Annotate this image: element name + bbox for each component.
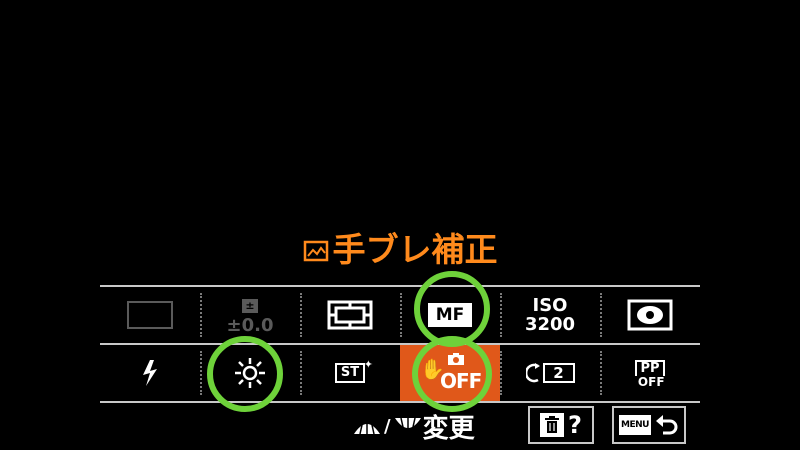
help-label: ?	[568, 411, 582, 439]
menu-back-button[interactable]: MENU	[612, 406, 686, 444]
front-dial-icon	[354, 422, 380, 435]
menu-label: MENU	[619, 415, 651, 435]
exposure-compensation-icon: ±	[242, 299, 258, 313]
fn-slot-exposure-comp[interactable]: ± ±0.0	[200, 287, 300, 343]
rear-dial-icon	[394, 417, 421, 430]
fn-slot-metering[interactable]	[600, 287, 700, 343]
metering-mode-icon	[627, 299, 673, 331]
fn-slot-flash[interactable]	[100, 345, 200, 401]
dial-separator: /	[384, 415, 391, 437]
fn-slot-creative-style[interactable]: ST ✦	[300, 345, 400, 401]
focus-area-icon	[327, 300, 373, 330]
fn-slot-iso[interactable]: ISO 3200	[500, 287, 600, 343]
steadyshot-display: ✋ OFF	[418, 353, 482, 393]
iso-display: ISO 3200	[525, 296, 575, 334]
exposure-comp-value: ±0.0	[226, 315, 274, 336]
fn-slot-blank[interactable]	[100, 287, 200, 343]
sparkle-icon: ✦	[363, 358, 373, 371]
exposure-comp-display: ± ±0.0	[226, 295, 274, 336]
fn-slot-drive-mode[interactable]: 2	[500, 345, 600, 401]
self-timer-icon	[525, 363, 540, 383]
camera-icon	[448, 353, 464, 369]
function-row-2: ST ✦ ✋ OFF 2 PP OFF	[100, 345, 700, 403]
fn-slot-steadyshot[interactable]: ✋ OFF	[400, 345, 500, 401]
function-menu-grid: ± ±0.0 MF ISO 3200 ST ✦ ✋ OFF 2 PP OFF	[100, 285, 700, 405]
setting-title: 手ブレ補正	[0, 223, 800, 272]
fn-slot-focus-mode[interactable]: MF	[400, 287, 500, 343]
focus-mode-value: MF	[428, 303, 472, 327]
iso-value: 3200	[524, 314, 576, 335]
setting-title-text: 手ブレ補正	[332, 230, 498, 269]
fn-slot-picture-profile[interactable]: PP OFF	[600, 345, 700, 401]
camera-fn-screen: 手ブレ補正 ± ±0.0 MF ISO 3200 ST ✦ ✋ OFF 2 PP…	[0, 0, 800, 450]
creative-style-label: ST	[340, 365, 360, 380]
fn-slot-white-balance[interactable]	[200, 345, 300, 401]
picture-profile-label: PP	[635, 359, 665, 376]
delete-help-button[interactable]: ?	[528, 406, 594, 444]
creative-style-icon: ST ✦	[335, 358, 373, 383]
drive-mode-display: 2	[525, 363, 575, 383]
white-balance-daylight-icon	[235, 358, 265, 388]
picture-profile-value: OFF	[637, 374, 665, 389]
iso-label: ISO	[532, 295, 568, 316]
blank-slot-icon	[127, 301, 173, 329]
drive-mode-value: 2	[542, 363, 575, 383]
dial-change-hint: / 変更	[352, 408, 475, 444]
fn-slot-focus-area[interactable]	[300, 287, 400, 343]
steadyshot-value: OFF	[440, 369, 482, 393]
trash-icon	[540, 413, 565, 437]
change-label: 変更	[422, 413, 475, 444]
return-icon	[655, 415, 678, 435]
steadyshot-frame-icon	[303, 233, 329, 272]
picture-profile-display: PP OFF	[635, 359, 665, 389]
flash-icon	[143, 360, 157, 386]
function-row-1: ± ±0.0 MF ISO 3200	[100, 287, 700, 345]
